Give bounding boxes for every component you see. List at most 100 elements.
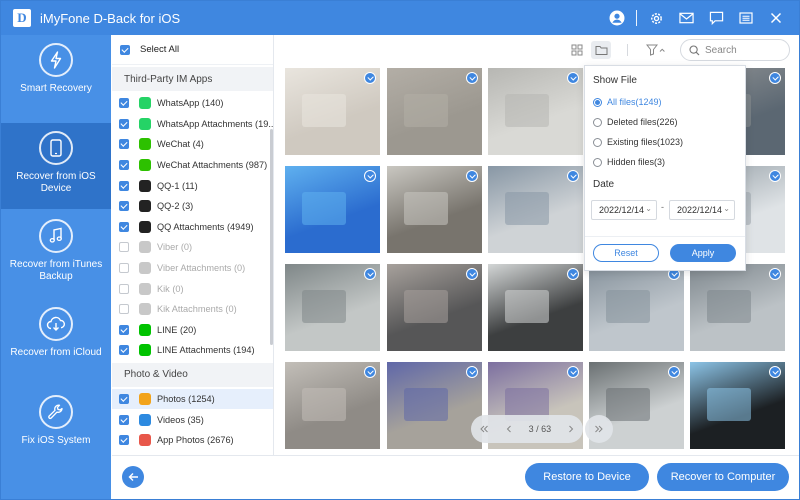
thumbnail-checkbox[interactable] (769, 268, 781, 280)
category-checkbox[interactable] (119, 98, 129, 109)
category-item[interactable]: QQ Attachments (4949) (112, 217, 273, 238)
photo-thumbnail[interactable] (285, 362, 380, 449)
filter-option-all[interactable]: All files(1249) (593, 95, 662, 109)
feedback-icon[interactable] (701, 1, 731, 35)
thumbnail-checkbox[interactable] (567, 268, 579, 280)
category-item[interactable]: Videos (35) (112, 409, 273, 430)
thumbnail-checkbox[interactable] (466, 72, 478, 84)
photo-thumbnail[interactable] (690, 362, 785, 449)
thumbnail-checkbox[interactable] (364, 170, 376, 182)
category-checkbox[interactable] (119, 283, 129, 294)
last-page-icon[interactable] (585, 415, 613, 443)
photo-thumbnail[interactable] (285, 166, 380, 253)
first-page-icon[interactable] (479, 424, 489, 434)
thumbnail-checkbox[interactable] (466, 268, 478, 280)
photo-thumbnail[interactable] (690, 264, 785, 351)
photo-thumbnail[interactable] (387, 166, 482, 253)
thumbnail-checkbox[interactable] (364, 366, 376, 378)
photo-thumbnail[interactable] (589, 264, 684, 351)
category-checkbox[interactable] (119, 324, 129, 335)
thumbnail-checkbox[interactable] (567, 72, 579, 84)
radio-button[interactable] (593, 97, 602, 107)
category-checkbox[interactable] (119, 118, 129, 129)
thumbnail-checkbox[interactable] (364, 72, 376, 84)
category-checkbox[interactable] (119, 345, 129, 356)
nav-item-fix-ios-system[interactable]: Fix iOS System (1, 387, 111, 473)
category-item[interactable]: App Photos (2676) (112, 430, 273, 451)
back-button[interactable] (122, 466, 144, 488)
select-all-checkbox[interactable] (120, 44, 130, 55)
category-checkbox[interactable] (119, 201, 129, 212)
thumbnail-checkbox[interactable] (567, 366, 579, 378)
category-item[interactable]: WhatsApp (140) (112, 93, 273, 114)
grid-view-icon[interactable] (567, 41, 587, 59)
apply-button[interactable]: Apply (670, 244, 736, 262)
photo-thumbnail[interactable] (285, 264, 380, 351)
thumbnail-checkbox[interactable] (769, 170, 781, 182)
radio-button[interactable] (593, 117, 602, 127)
category-checkbox[interactable] (119, 435, 129, 446)
category-checkbox[interactable] (119, 180, 129, 191)
search-box[interactable] (680, 39, 790, 61)
thumbnail-checkbox[interactable] (769, 72, 781, 84)
filter-option-deleted[interactable]: Deleted files(226) (593, 115, 678, 129)
prev-page-icon[interactable] (505, 424, 513, 434)
photo-thumbnail[interactable] (387, 362, 482, 449)
photo-thumbnail[interactable] (488, 68, 583, 155)
category-checkbox[interactable] (119, 221, 129, 232)
select-all-row[interactable]: Select All (112, 35, 273, 65)
mail-icon[interactable] (671, 1, 701, 35)
photo-thumbnail[interactable] (488, 166, 583, 253)
recover-to-computer-button[interactable]: Recover to Computer (657, 463, 789, 491)
radio-button[interactable] (593, 157, 602, 167)
category-checkbox[interactable] (119, 414, 129, 425)
category-item[interactable]: WhatsApp Attachments (19... (112, 114, 273, 135)
photo-thumbnail[interactable] (488, 264, 583, 351)
thumbnail-checkbox[interactable] (466, 366, 478, 378)
category-item[interactable]: WeChat Attachments (987) (112, 155, 273, 176)
category-item[interactable]: LINE (20) (112, 320, 273, 341)
nav-item-recover-ios-device[interactable]: Recover from iOS Device (1, 123, 111, 209)
restore-to-device-button[interactable]: Restore to Device (525, 463, 649, 491)
category-item[interactable]: Kik (0) (112, 278, 273, 299)
search-input[interactable] (705, 44, 785, 56)
close-icon[interactable] (761, 1, 791, 35)
menu-icon[interactable] (731, 1, 761, 35)
account-icon[interactable] (602, 1, 632, 35)
next-page-icon[interactable] (567, 424, 575, 434)
date-to-field[interactable]: 2022/12/14 ⌄ (669, 200, 735, 220)
folder-view-icon[interactable] (591, 41, 611, 59)
category-item[interactable]: QQ-1 (11) (112, 175, 273, 196)
date-from-field[interactable]: 2022/12/14 ⌄ (591, 200, 657, 220)
filter-option-existing[interactable]: Existing files(1023) (593, 135, 683, 149)
thumbnail-checkbox[interactable] (364, 268, 376, 280)
nav-item-recover-icloud[interactable]: Recover from iCloud (1, 299, 111, 385)
filter-option-hidden[interactable]: Hidden files(3) (593, 155, 665, 169)
category-item[interactable]: Photos (1254) (112, 388, 273, 410)
thumbnail-checkbox[interactable] (769, 366, 781, 378)
filter-icon[interactable] (643, 41, 669, 59)
thumbnail-checkbox[interactable] (466, 170, 478, 182)
photo-thumbnail[interactable] (387, 68, 482, 155)
category-item[interactable]: Kik Attachments (0) (112, 299, 273, 320)
photo-thumbnail[interactable] (387, 264, 482, 351)
category-scrollbar[interactable] (270, 129, 273, 345)
thumbnail-checkbox[interactable] (567, 170, 579, 182)
category-item[interactable]: Viber (0) (112, 237, 273, 258)
nav-item-recover-itunes[interactable]: Recover from iTunes Backup (1, 211, 111, 297)
category-item[interactable]: WeChat (4) (112, 134, 273, 155)
category-item[interactable]: Viber Attachments (0) (112, 258, 273, 279)
photo-thumbnail[interactable] (285, 68, 380, 155)
category-item[interactable]: LINE Attachments (194) (112, 340, 273, 361)
radio-button[interactable] (593, 137, 602, 147)
category-checkbox[interactable] (119, 242, 129, 253)
category-checkbox[interactable] (119, 304, 129, 315)
category-checkbox[interactable] (119, 139, 129, 150)
thumbnail-checkbox[interactable] (668, 366, 680, 378)
category-item[interactable]: QQ-2 (3) (112, 196, 273, 217)
gear-icon[interactable] (641, 1, 671, 35)
category-checkbox[interactable] (119, 263, 129, 274)
nav-item-smart-recovery[interactable]: Smart Recovery (1, 35, 111, 121)
category-checkbox[interactable] (119, 160, 129, 171)
category-checkbox[interactable] (119, 394, 129, 405)
